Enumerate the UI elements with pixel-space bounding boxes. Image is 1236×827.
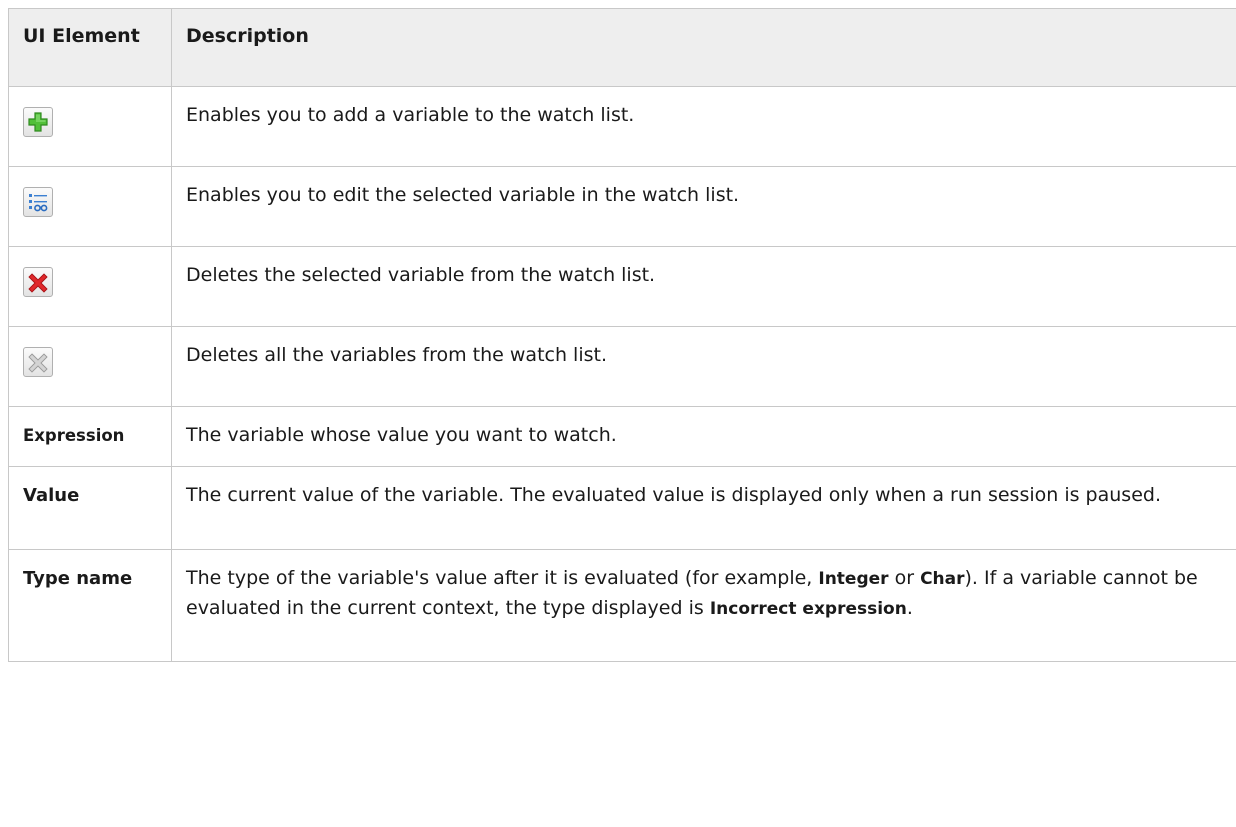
add-variable-button[interactable] xyxy=(23,107,53,137)
table-row: Value The current value of the variable.… xyxy=(8,466,1236,550)
delete-variable-button[interactable] xyxy=(23,267,53,297)
emphasis-char: Char xyxy=(920,569,965,589)
table-row: Deletes the selected variable from the w… xyxy=(8,246,1236,327)
description-text: The type of the variable's value after i… xyxy=(186,567,819,589)
add-variable-icon xyxy=(28,112,48,132)
header-ui-element: UI Element xyxy=(8,8,172,87)
ui-element-name: Expression xyxy=(23,426,125,445)
ui-element-name: Type name xyxy=(23,568,133,589)
header-description: Description xyxy=(171,8,1236,87)
description-cell: Deletes the selected variable from the w… xyxy=(171,246,1236,327)
emphasis-incorrect-expression: Incorrect expression xyxy=(709,599,907,619)
table-row: Expression The variable whose value you … xyxy=(8,406,1236,467)
table-row: Enables you to add a variable to the wat… xyxy=(8,86,1236,167)
description-text: or xyxy=(888,567,921,589)
description-cell: Deletes all the variables from the watch… xyxy=(171,326,1236,407)
description-cell: Enables you to edit the selected variabl… xyxy=(171,166,1236,247)
description-cell: The variable whose value you want to wat… xyxy=(171,406,1236,467)
description-cell: Enables you to add a variable to the wat… xyxy=(171,86,1236,167)
description-cell: The type of the variable's value after i… xyxy=(171,549,1236,662)
delete-variable-icon xyxy=(28,273,48,293)
table-header-row: UI Element Description xyxy=(8,8,1236,87)
table-row: Type name The type of the variable's val… xyxy=(8,549,1236,662)
ui-elements-table: UI Element Description Enables you to ad… xyxy=(8,8,1236,662)
delete-all-variables-icon xyxy=(28,353,48,373)
edit-variable-icon xyxy=(29,194,48,212)
description-cell: The current value of the variable. The e… xyxy=(171,466,1236,550)
emphasis-integer: Integer xyxy=(818,569,889,589)
edit-variable-button[interactable] xyxy=(23,187,53,217)
delete-all-variables-button[interactable] xyxy=(23,347,53,377)
table-row: Enables you to edit the selected variabl… xyxy=(8,166,1236,247)
description-text: . xyxy=(906,597,913,619)
ui-element-name: Value xyxy=(23,485,80,506)
table-row: Deletes all the variables from the watch… xyxy=(8,326,1236,407)
